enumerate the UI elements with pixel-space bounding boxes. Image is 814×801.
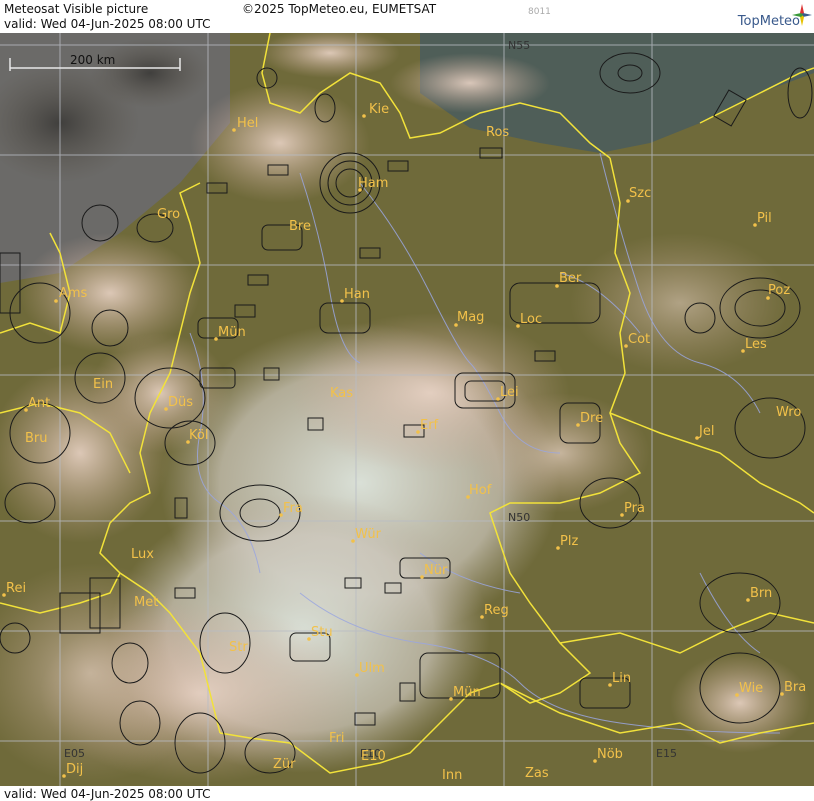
valid-time-header: valid: Wed 04-Jun-2025 08:00 UTC	[4, 17, 211, 31]
city-label: Wie	[739, 681, 763, 696]
city-label: Gro	[157, 207, 180, 222]
city-label: Kas	[330, 386, 353, 401]
city-label: Ros	[486, 125, 509, 140]
city-label: Jel	[698, 424, 714, 439]
city-label: Ein	[93, 377, 113, 392]
city-label: Wro	[776, 405, 801, 420]
city-label: Ant	[28, 396, 50, 411]
city-label: Met	[134, 595, 158, 610]
city-label: E10	[361, 749, 386, 764]
city-label: Zas	[525, 766, 549, 781]
city-label: Les	[745, 337, 767, 352]
city-label: Str	[229, 640, 248, 655]
city-label: Hel	[237, 116, 258, 131]
city-label: Ulm	[359, 661, 385, 676]
city-label: Zür	[273, 757, 296, 772]
city-label: Ham	[358, 176, 388, 191]
city-label: Dij	[66, 762, 83, 777]
city-label: Köl	[189, 428, 208, 443]
city-label: Lux	[131, 547, 154, 562]
grid-label: N55	[508, 39, 530, 52]
compass-star-icon	[792, 4, 812, 26]
city-label: Loc	[520, 312, 542, 327]
grid-label: E05	[64, 747, 85, 760]
city-label: Pil	[757, 211, 772, 226]
copyright: ©2025 TopMeteo.eu, EUMETSAT	[242, 2, 437, 16]
city-label: Stu	[311, 625, 333, 640]
city-label: Düs	[168, 395, 193, 410]
city-label: Dre	[580, 411, 603, 426]
city-label: Pra	[624, 501, 645, 516]
grid-label: E15	[656, 747, 677, 760]
city-label: Han	[344, 287, 370, 302]
city-label: Brn	[750, 586, 772, 601]
city-label: Fra	[283, 501, 303, 516]
city-label: Bre	[289, 219, 311, 234]
city-label: Bra	[784, 680, 806, 695]
image-id: 8011	[528, 7, 551, 17]
city-label: Fri	[329, 731, 345, 746]
city-label: Cot	[628, 332, 650, 347]
city-label: Hof	[469, 483, 492, 498]
city-label: Mün	[453, 685, 481, 700]
city-label: Bru	[25, 431, 48, 446]
topmeteo-logo: TopMeteo	[737, 14, 800, 29]
city-label: Rei	[6, 581, 26, 596]
city-label: Mün	[218, 325, 246, 340]
city-label: Inn	[442, 768, 462, 783]
scale-label: 200 km	[70, 53, 115, 67]
city-label: Lei	[500, 385, 519, 400]
valid-time-footer: valid: Wed 04-Jun-2025 08:00 UTC	[4, 787, 211, 801]
satellite-map[interactable]: 200 km N55 N50 E05 E10 E15 Hel Kie Ros H…	[0, 33, 814, 786]
city-label: Mag	[457, 310, 484, 325]
city-label: Poz	[768, 283, 790, 298]
city-label: Kie	[369, 102, 389, 117]
city-label: Nür	[424, 563, 448, 578]
city-label: Erf	[420, 418, 439, 433]
city-label: Szc	[629, 186, 651, 201]
map-frame: Meteosat Visible picture valid: Wed 04-J…	[0, 0, 814, 801]
city-label: Plz	[560, 534, 578, 549]
grid-label: N50	[508, 511, 530, 524]
map-title: Meteosat Visible picture	[4, 2, 149, 16]
city-label: Ams	[59, 286, 88, 301]
city-label: Reg	[484, 603, 509, 618]
city-label: Lin	[612, 671, 631, 686]
footer-bar: valid: Wed 04-Jun-2025 08:00 UTC	[0, 786, 814, 801]
city-label: Nöb	[597, 747, 623, 762]
city-label: Ber	[559, 271, 582, 286]
city-label: Wür	[355, 527, 382, 542]
